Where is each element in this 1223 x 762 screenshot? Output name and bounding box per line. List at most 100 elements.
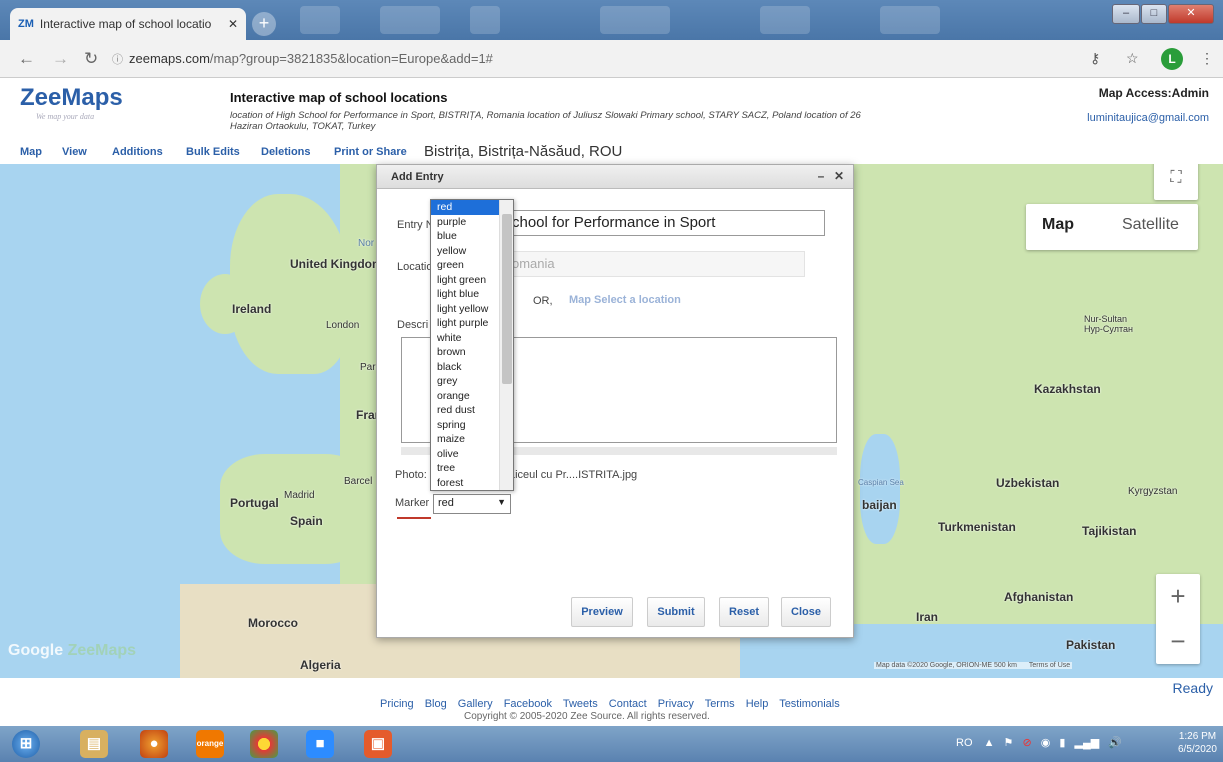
device-icon[interactable]: ▮ (1059, 737, 1065, 749)
file-explorer-icon[interactable]: ▤ (80, 730, 108, 758)
map-type-satellite-button[interactable]: Satellite (1122, 216, 1179, 234)
key-icon[interactable]: ⚷ (1090, 50, 1100, 67)
footer-link-facebook[interactable]: Facebook (504, 698, 552, 710)
maximize-button[interactable]: □ (1141, 4, 1167, 24)
fullscreen-icon[interactable]: ⛶ (1154, 164, 1198, 200)
zeemaps-logo[interactable]: ZeeMaps (20, 84, 123, 112)
network-icon[interactable]: ▂▄▆ (1075, 737, 1100, 749)
minimize-button[interactable]: – (1112, 4, 1140, 24)
map-title: Interactive map of school locations (230, 90, 448, 105)
entry-name-input[interactable]: chool for Performance in Sport (503, 210, 825, 236)
url-field[interactable]: ⓘ zeemaps.com/map?group=3821835&location=… (112, 45, 1097, 73)
tray-app-icon[interactable]: ◉ (1041, 737, 1051, 749)
bookmark-star-icon[interactable]: ☆ (1126, 50, 1139, 67)
footer-link-gallery[interactable]: Gallery (458, 698, 493, 710)
option-green[interactable]: green (431, 258, 501, 273)
preview-button[interactable]: Preview (571, 597, 633, 627)
menu-view[interactable]: View (62, 146, 87, 158)
close-button[interactable]: Close (781, 597, 831, 627)
marker-color-dropdown[interactable]: red purple blue yellow green light green… (430, 199, 514, 491)
location-search-text[interactable]: Bistrița, Bistrița-Năsăud, ROU (424, 143, 622, 160)
land-uk (230, 194, 350, 374)
option-light-green[interactable]: light green (431, 273, 501, 288)
zoom-out-button[interactable]: − (1156, 619, 1200, 664)
option-red[interactable]: red (431, 200, 501, 215)
orange-app-icon[interactable]: orange (196, 730, 224, 758)
info-icon[interactable]: ⓘ (112, 54, 123, 66)
terms-of-use-link[interactable]: Terms of Use (1029, 662, 1070, 669)
presentation-app-icon[interactable]: ▣ (364, 730, 392, 758)
close-dialog-icon[interactable]: ✕ (831, 168, 847, 184)
volume-icon[interactable]: 🔊 (1108, 737, 1122, 749)
forward-icon[interactable]: → (52, 49, 69, 69)
browser-tab-bar: ZM Interactive map of school locatio ✕ +… (0, 0, 1223, 40)
antivirus-icon[interactable]: ⊘ (1022, 737, 1031, 749)
option-grey[interactable]: grey (431, 374, 501, 389)
label-iran: Iran (916, 610, 939, 624)
footer-link-contact[interactable]: Contact (609, 698, 647, 710)
option-orange[interactable]: orange (431, 389, 501, 404)
user-email-link[interactable]: luminitaujica@gmail.com (1087, 112, 1209, 124)
map-select-location-link[interactable]: Map Select a location (569, 294, 681, 306)
marker-select[interactable]: red ▼ (433, 494, 511, 514)
option-purple[interactable]: purple (431, 215, 501, 230)
option-black[interactable]: black (431, 360, 501, 375)
option-light-yellow[interactable]: light yellow (431, 302, 501, 317)
tray-arrow-icon[interactable]: ▲ (984, 737, 995, 749)
language-indicator[interactable]: RO (956, 737, 973, 749)
option-white[interactable]: white (431, 331, 501, 346)
submit-button[interactable]: Submit (647, 597, 705, 627)
option-forest[interactable]: forest (431, 476, 501, 491)
footer-link-privacy[interactable]: Privacy (658, 698, 694, 710)
close-tab-icon[interactable]: ✕ (228, 17, 238, 31)
chrome-icon[interactable] (250, 730, 278, 758)
start-button-icon[interactable]: ⊞ (12, 730, 40, 758)
option-light-purple[interactable]: light purple (431, 316, 501, 331)
taskbar-clock[interactable]: 1:26 PM 6/5/2020 (1178, 730, 1217, 756)
option-olive[interactable]: olive (431, 447, 501, 462)
zoom-in-button[interactable]: + (1156, 574, 1200, 619)
favicon: ZM (18, 18, 34, 30)
footer-link-tweets[interactable]: Tweets (563, 698, 598, 710)
flag-icon[interactable]: ⚑ (1004, 737, 1014, 749)
option-blue[interactable]: blue (431, 229, 501, 244)
menu-icon[interactable]: ⋮ (1200, 50, 1214, 67)
new-tab-button[interactable]: + (252, 12, 276, 36)
zeemaps-header: ZeeMaps We map your data Interactive map… (0, 78, 1223, 142)
option-red-dust[interactable]: red dust (431, 403, 501, 418)
menu-additions[interactable]: Additions (112, 146, 163, 158)
label-kazakhstan: Kazakhstan (1034, 382, 1101, 396)
map-type-map-button[interactable]: Map (1042, 216, 1074, 234)
footer-link-terms[interactable]: Terms (705, 698, 735, 710)
option-brown[interactable]: brown (431, 345, 501, 360)
browser-tab[interactable]: ZM Interactive map of school locatio ✕ (10, 8, 246, 40)
option-maize[interactable]: maize (431, 432, 501, 447)
footer-link-testimonials[interactable]: Testimonials (779, 698, 840, 710)
zoom-app-icon[interactable]: ■ (306, 730, 334, 758)
minimize-dialog-icon[interactable]: – (813, 168, 829, 184)
menu-map[interactable]: Map (20, 146, 42, 158)
dropdown-scrollbar[interactable] (499, 200, 513, 490)
option-spring[interactable]: spring (431, 418, 501, 433)
back-icon[interactable]: ← (18, 49, 35, 69)
dropdown-scroll-thumb[interactable] (502, 214, 512, 384)
zoom-control: + − (1156, 574, 1200, 664)
option-light-blue[interactable]: light blue (431, 287, 501, 302)
menu-print-or-share[interactable]: Print or Share (334, 146, 407, 158)
footer-link-help[interactable]: Help (746, 698, 769, 710)
profile-avatar[interactable]: L (1161, 48, 1183, 70)
marker-select-value: red (438, 497, 454, 509)
footer-link-pricing[interactable]: Pricing (380, 698, 414, 710)
option-tree[interactable]: tree (431, 461, 501, 476)
menu-deletions[interactable]: Deletions (261, 146, 311, 158)
location-input[interactable]: omania (503, 251, 805, 277)
option-yellow[interactable]: yellow (431, 244, 501, 259)
map-description: location of High School for Performance … (230, 110, 861, 132)
reload-icon[interactable]: ↻ (84, 49, 98, 69)
close-window-button[interactable]: ✕ (1168, 4, 1214, 24)
map-access: Map Access:Admin (1098, 86, 1209, 100)
footer-link-blog[interactable]: Blog (425, 698, 447, 710)
firefox-icon[interactable]: ● (140, 730, 168, 758)
menu-bulk-edits[interactable]: Bulk Edits (186, 146, 240, 158)
reset-button[interactable]: Reset (719, 597, 769, 627)
